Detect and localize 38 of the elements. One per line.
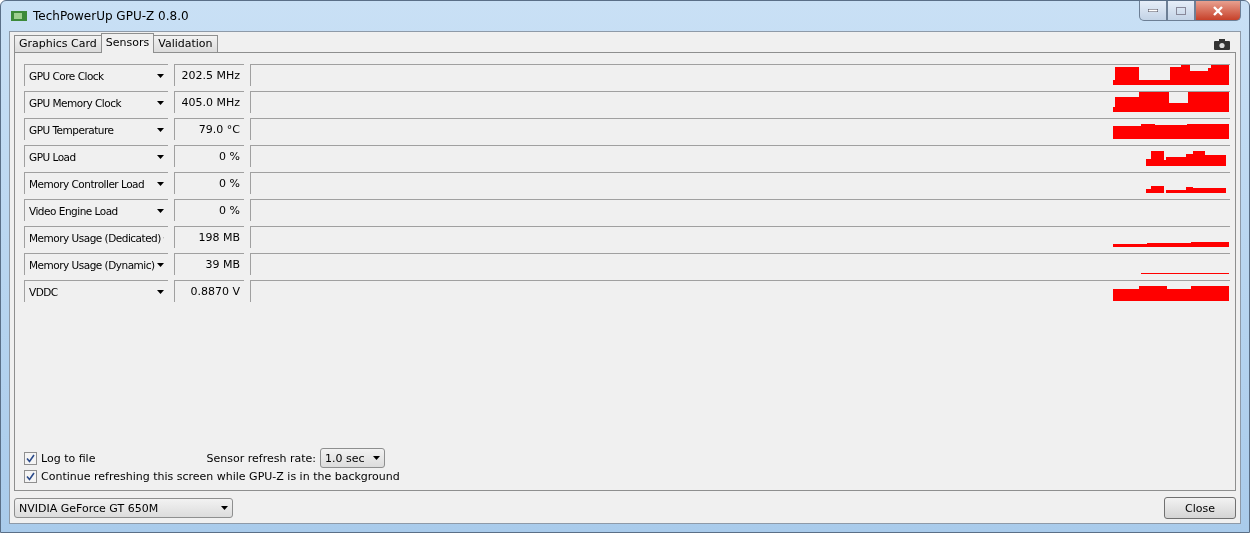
close-icon: [1212, 5, 1224, 16]
sensor-value: 202.5 MHz: [174, 64, 244, 86]
sensor-value: 0.8870 V: [174, 280, 244, 302]
checkbox[interactable]: [24, 451, 37, 465]
sensor-dropdown[interactable]: GPU Temperature: [24, 118, 168, 140]
sensor-dropdown[interactable]: GPU Load: [24, 145, 168, 167]
close-button[interactable]: Close: [1164, 497, 1236, 519]
maximize-button[interactable]: [1167, 1, 1195, 21]
sensor-value: 0 %: [174, 172, 244, 194]
checkbox[interactable]: [24, 469, 37, 483]
sensor-value: 39 MB: [174, 253, 244, 275]
sensor-value: 0 %: [174, 199, 244, 221]
sensor-value: 0 %: [174, 145, 244, 167]
sensor-dropdown[interactable]: Memory Usage (Dynamic): [24, 253, 168, 275]
tab[interactable]: Graphics Card: [14, 35, 102, 53]
sensor-value: 198 MB: [174, 226, 244, 248]
window-close-button[interactable]: [1195, 1, 1241, 21]
checkbox-label: Log to file: [41, 451, 96, 465]
tab[interactable]: Sensors: [100, 33, 155, 53]
sensor-value: 405.0 MHz: [174, 91, 244, 113]
sensor-dropdown[interactable]: GPU Memory Clock: [24, 91, 168, 113]
window-title: TechPowerUp GPU-Z 0.8.0: [33, 9, 189, 23]
sensor-dropdown[interactable]: VDDC: [24, 280, 168, 302]
tab[interactable]: Validation: [153, 35, 218, 53]
sensor-value: 79.0 °C: [174, 118, 244, 140]
sensor-dropdown[interactable]: Memory Controller Load: [24, 172, 168, 194]
minimize-button[interactable]: [1139, 1, 1167, 21]
camera-icon[interactable]: [1214, 39, 1230, 50]
sensor-dropdown[interactable]: Memory Usage (Dedicated): [24, 226, 168, 248]
maximize-icon: [1176, 6, 1186, 15]
sensor-dropdown[interactable]: Video Engine Load: [24, 199, 168, 221]
minimize-icon: [1148, 9, 1158, 12]
refresh-rate-label: Sensor refresh rate:: [206, 451, 316, 465]
refresh-rate-dropdown[interactable]: 1.0 sec: [320, 448, 385, 468]
checkbox-label: Continue refreshing this screen while GPU-Z is in the background: [41, 469, 400, 483]
graphics-card-icon: [11, 10, 27, 22]
sensor-dropdown[interactable]: GPU Core Clock: [24, 64, 168, 86]
gpu-dropdown[interactable]: NVIDIA GeForce GT 650M: [14, 498, 233, 518]
